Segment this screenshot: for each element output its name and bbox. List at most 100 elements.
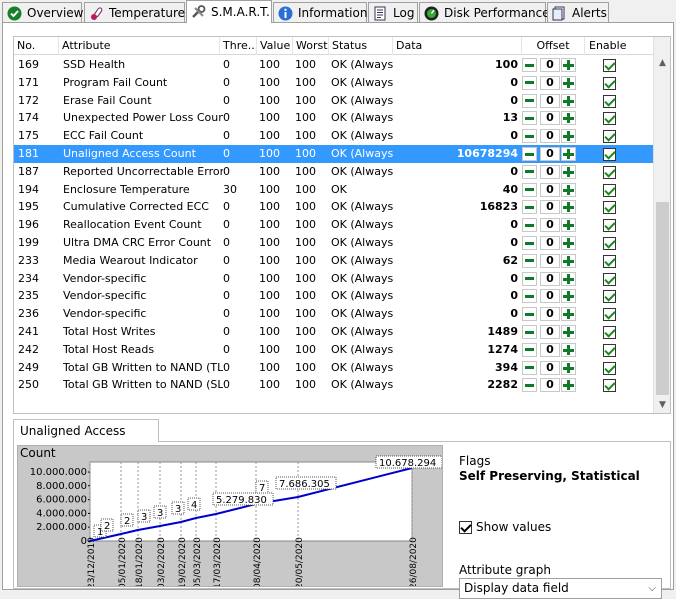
enable-checkbox[interactable] — [603, 237, 616, 250]
enable-checkbox[interactable] — [603, 165, 616, 179]
enable-checkbox[interactable] — [603, 361, 616, 375]
col-worst[interactable]: Worst — [293, 37, 329, 55]
tab-temperature[interactable]: Temperature — [84, 2, 185, 23]
offset-input[interactable]: 0 — [540, 182, 560, 197]
offset-input[interactable]: 0 — [540, 147, 560, 161]
offset-increase-button[interactable] — [561, 325, 576, 339]
table-row[interactable]: 181 Unaligned Access Count 0 100 100 OK (Alwa… — [14, 145, 654, 163]
table-row[interactable]: 171 Program Fail Count 0 100 100 OK (Always .… — [14, 74, 654, 92]
table-row[interactable]: 196 Reallocation Event Count 0 100 100 OK (Al… — [14, 216, 654, 234]
enable-checkbox[interactable] — [603, 326, 616, 339]
col-offset[interactable]: Offset — [522, 37, 585, 55]
enable-checkbox[interactable] — [603, 201, 616, 215]
offset-increase-button[interactable] — [561, 129, 576, 144]
col-enable[interactable]: Enable — [585, 37, 654, 55]
offset-decrease-button[interactable] — [522, 271, 537, 286]
enable-checkbox[interactable] — [603, 94, 616, 108]
offset-decrease-button[interactable] — [522, 218, 537, 233]
scroll-up-icon[interactable]: ▲ — [658, 59, 667, 68]
offset-increase-button[interactable] — [561, 342, 576, 357]
table-row[interactable]: 169 SSD Health 0 100 100 OK (Always ... 100 0 — [14, 56, 654, 74]
offset-decrease-button[interactable] — [522, 58, 537, 72]
offset-input[interactable]: 0 — [540, 325, 560, 339]
enable-checkbox[interactable] — [603, 272, 616, 286]
tab-information[interactable]: Information — [273, 2, 367, 23]
offset-increase-button[interactable] — [561, 164, 576, 179]
table-row[interactable]: 242 Total Host Reads 0 100 100 OK (Always ...… — [14, 341, 654, 359]
offset-input[interactable]: 0 — [540, 342, 560, 357]
offset-input[interactable]: 0 — [540, 360, 560, 375]
col-threshold[interactable]: Thre... — [220, 37, 257, 55]
offset-increase-button[interactable] — [561, 307, 576, 322]
tab-smart[interactable]: S.M.A.R.T. — [186, 0, 272, 23]
offset-increase-button[interactable] — [561, 360, 576, 375]
enable-checkbox[interactable] — [603, 183, 616, 197]
show-values-checkbox[interactable]: Show values — [459, 520, 551, 534]
offset-decrease-button[interactable] — [522, 378, 537, 393]
offset-decrease-button[interactable] — [522, 289, 537, 304]
offset-input[interactable]: 0 — [540, 218, 560, 233]
enable-checkbox[interactable] — [603, 254, 616, 268]
offset-increase-button[interactable] — [561, 182, 576, 197]
offset-input[interactable]: 0 — [540, 58, 560, 72]
detail-tab[interactable]: Unaligned Access Count — [13, 419, 159, 460]
col-value[interactable]: Value — [257, 37, 293, 55]
table-row[interactable]: 187 Reported Uncorrectable Errors 0 100 100 O… — [14, 163, 654, 181]
offset-input[interactable]: 0 — [540, 164, 560, 179]
offset-input[interactable]: 0 — [540, 129, 560, 144]
attribute-graph-select[interactable]: Display data field ⌵ — [459, 578, 662, 599]
enable-checkbox[interactable] — [603, 130, 616, 144]
scroll-down-icon[interactable]: ▼ — [658, 401, 667, 410]
enable-checkbox[interactable] — [603, 112, 616, 126]
checkbox-checked-icon[interactable] — [459, 520, 472, 534]
offset-decrease-button[interactable] — [522, 164, 537, 179]
offset-increase-button[interactable] — [561, 75, 576, 90]
table-row[interactable]: 235 Vendor-specific 0 100 100 OK (Always ... 0… — [14, 287, 654, 305]
enable-checkbox[interactable] — [603, 290, 616, 304]
offset-increase-button[interactable] — [561, 93, 576, 108]
tab-log[interactable]: Log — [368, 2, 418, 23]
table-row[interactable]: 233 Media Wearout Indicator 0 100 100 OK (Alw… — [14, 252, 654, 270]
offset-decrease-button[interactable] — [522, 75, 537, 90]
enable-checkbox[interactable] — [603, 148, 616, 161]
table-row[interactable]: 249 Total GB Written to NAND (TLC) 0 100 100… — [14, 359, 654, 377]
offset-increase-button[interactable] — [561, 289, 576, 304]
offset-increase-button[interactable] — [561, 218, 576, 233]
enable-checkbox[interactable] — [603, 379, 616, 393]
offset-increase-button[interactable] — [561, 271, 576, 286]
offset-increase-button[interactable] — [561, 58, 576, 72]
offset-increase-button[interactable] — [561, 111, 576, 126]
offset-decrease-button[interactable] — [522, 325, 537, 339]
offset-increase-button[interactable] — [561, 253, 576, 268]
table-row[interactable]: 172 Erase Fail Count 0 100 100 OK (Always ...… — [14, 92, 654, 110]
tab-overview[interactable]: Overview — [2, 2, 84, 23]
table-row[interactable]: 195 Cumulative Corrected ECC 0 100 100 OK (Al… — [14, 198, 654, 216]
col-status[interactable]: Status — [329, 37, 393, 55]
offset-decrease-button[interactable] — [522, 307, 537, 322]
scroll-thumb[interactable] — [656, 202, 669, 395]
enable-checkbox[interactable] — [603, 308, 616, 322]
offset-increase-button[interactable] — [561, 378, 576, 393]
offset-decrease-button[interactable] — [522, 253, 537, 268]
offset-decrease-button[interactable] — [522, 147, 537, 161]
offset-decrease-button[interactable] — [522, 342, 537, 357]
table-row[interactable]: 250 Total GB Written to NAND (SLC) 0 100 100… — [14, 376, 654, 394]
offset-input[interactable]: 0 — [540, 271, 560, 286]
offset-increase-button[interactable] — [561, 236, 576, 250]
offset-decrease-button[interactable] — [522, 360, 537, 375]
table-row[interactable]: 241 Total Host Writes 0 100 100 OK (Always ..… — [14, 323, 654, 341]
table-row[interactable]: 174 Unexpected Power Loss Count 0 100 100 OK … — [14, 109, 654, 127]
offset-increase-button[interactable] — [561, 147, 576, 161]
tab-alerts[interactable]: Alerts — [547, 2, 609, 23]
table-row[interactable]: 234 Vendor-specific 0 100 100 OK (Always ... 0… — [14, 270, 654, 288]
offset-input[interactable]: 0 — [540, 307, 560, 322]
col-attribute[interactable]: Attribute — [59, 37, 220, 55]
offset-input[interactable]: 0 — [540, 200, 560, 215]
offset-decrease-button[interactable] — [522, 236, 537, 250]
offset-decrease-button[interactable] — [522, 200, 537, 215]
tab-disk-performance[interactable]: Disk Performance — [419, 2, 550, 23]
offset-input[interactable]: 0 — [540, 378, 560, 393]
enable-checkbox[interactable] — [603, 76, 616, 90]
offset-input[interactable]: 0 — [540, 111, 560, 126]
offset-decrease-button[interactable] — [522, 129, 537, 144]
